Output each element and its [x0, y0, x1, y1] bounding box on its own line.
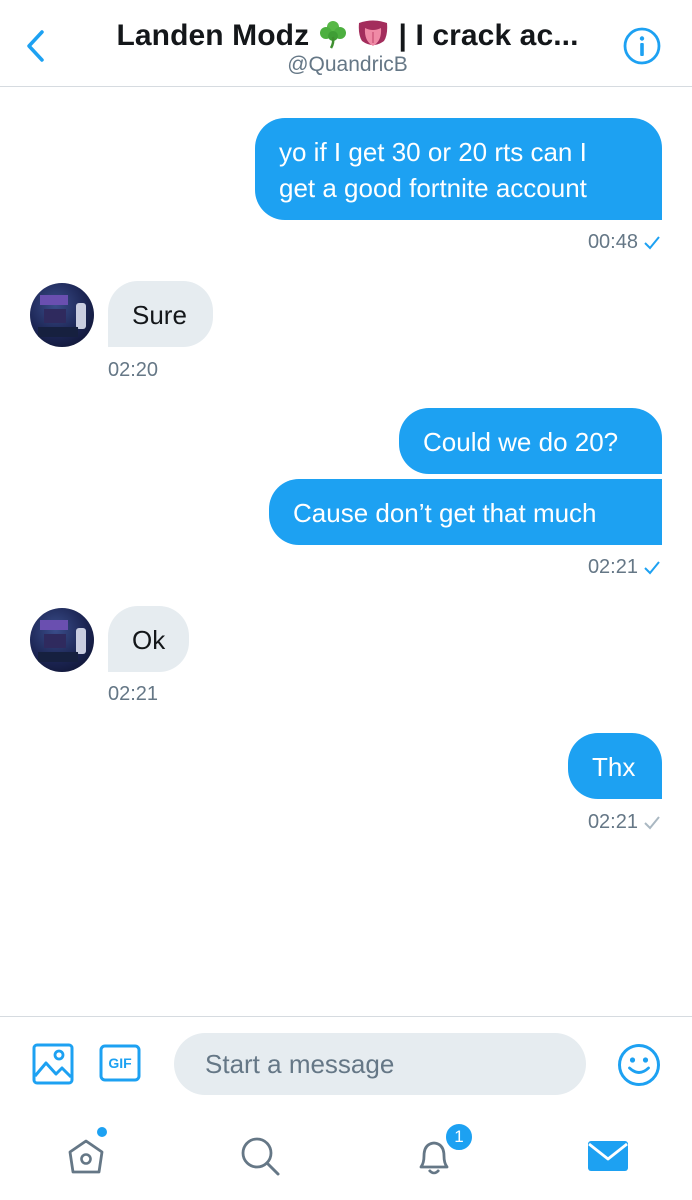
outgoing-message[interactable]: Thx — [568, 733, 662, 799]
info-button[interactable] — [622, 26, 662, 66]
conversation-handle: @QuandricB — [287, 53, 408, 76]
read-check-icon — [644, 557, 660, 581]
tab-home[interactable] — [62, 1132, 110, 1180]
avatar[interactable] — [30, 608, 94, 672]
tab-search[interactable] — [236, 1132, 284, 1180]
sent-check-icon — [644, 812, 660, 836]
search-icon — [241, 1137, 280, 1176]
message-input[interactable] — [174, 1033, 586, 1095]
message-timestamp: 02:20 — [108, 359, 159, 381]
message-composer: GIF — [0, 1016, 692, 1113]
home-icon — [68, 1139, 104, 1174]
outgoing-message[interactable]: Cause don’t get that much — [269, 479, 662, 545]
tab-messages[interactable] — [584, 1132, 632, 1180]
image-icon — [32, 1043, 74, 1085]
title-name: Landen Modz — [116, 19, 310, 52]
message-line: yo if I get 30 or 20 rts can I — [279, 137, 587, 167]
incoming-message[interactable]: Ok — [108, 606, 189, 672]
notifications-badge: 1 — [444, 1122, 474, 1152]
emoji-button[interactable] — [617, 1043, 661, 1087]
home-unread-dot — [97, 1127, 107, 1137]
tab-bar — [0, 1112, 692, 1200]
gif-label: GIF — [108, 1055, 132, 1071]
info-icon — [623, 27, 661, 65]
outgoing-message[interactable]: Could we do 20? — [399, 408, 662, 474]
avatar[interactable] — [30, 283, 94, 347]
back-button[interactable] — [18, 24, 58, 68]
add-photo-button[interactable] — [32, 1043, 74, 1085]
chevron-left-icon — [27, 30, 44, 62]
message-timestamp: 02:21 — [108, 683, 159, 705]
outgoing-message[interactable]: yo if I get 30 or 20 rts can I get a goo… — [255, 118, 662, 220]
gif-button[interactable]: GIF — [99, 1044, 141, 1082]
read-check-icon — [644, 232, 660, 256]
message-line: get a good fortnite account — [279, 173, 587, 203]
incoming-message[interactable]: Sure — [108, 281, 213, 347]
conversation-header: Landen Modz | I crack ac... @QuandricB — [0, 0, 692, 87]
title-suffix: | I crack ac... — [398, 19, 579, 52]
message-timestamp: 00:48 — [588, 230, 660, 256]
message-timestamp: 02:21 — [588, 810, 660, 836]
envelope-icon — [588, 1141, 628, 1171]
message-timestamp: 02:21 — [588, 555, 660, 581]
smiley-icon — [618, 1044, 660, 1086]
